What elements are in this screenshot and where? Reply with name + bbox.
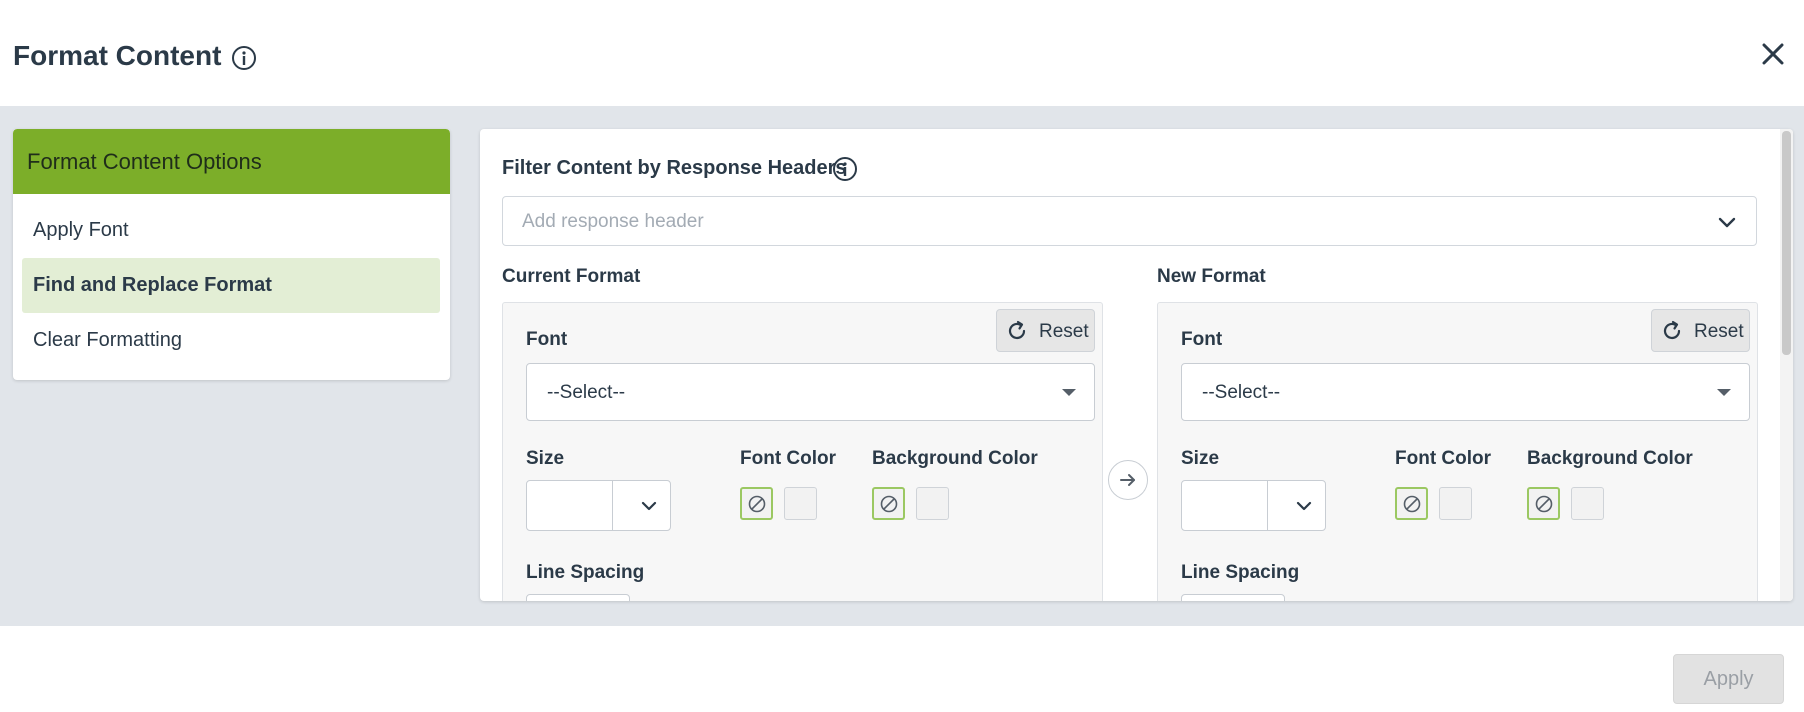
new-size-combobox [1181,480,1326,531]
new-background-color-swatch[interactable] [1571,487,1604,520]
current-size-combobox [526,480,671,531]
reset-label: Reset [1039,321,1089,342]
info-icon[interactable] [832,156,858,182]
new-line-spacing-label: Line Spacing [1181,562,1300,583]
no-color-icon [748,495,766,513]
options-sidebar: Format Content Options Apply Font Find a… [13,129,450,380]
scrollbar-thumb[interactable] [1782,131,1791,355]
chevron-down-icon[interactable] [1294,496,1314,516]
current-font-select[interactable]: --Select-- [526,363,1095,421]
current-background-color-label: Background Color [872,448,1038,469]
reset-label: Reset [1694,321,1744,342]
new-line-spacing-input[interactable] [1181,594,1285,601]
sidebar-item-clear-formatting[interactable]: Clear Formatting [22,313,440,368]
format-main-panel: Filter Content by Response Headers Add r… [480,129,1793,601]
current-font-color-swatch[interactable] [784,487,817,520]
chevron-down-icon[interactable] [639,496,659,516]
current-font-value: --Select-- [547,382,626,403]
new-font-value: --Select-- [1202,382,1281,403]
new-format-title: New Format [1157,266,1266,287]
current-font-label: Font [526,329,568,350]
transfer-format-button[interactable] [1108,460,1148,500]
caret-down-icon [1062,389,1076,396]
no-color-icon [880,495,898,513]
close-icon[interactable] [1757,38,1789,70]
refresh-icon [1663,320,1681,340]
response-header-select[interactable]: Add response header [502,196,1757,246]
new-size-label: Size [1181,448,1220,469]
sidebar-item-apply-font[interactable]: Apply Font [22,203,440,258]
new-background-color-none-swatch[interactable] [1527,487,1560,520]
current-font-color-none-swatch[interactable] [740,487,773,520]
page-title: Format Content [13,40,222,71]
no-color-icon [1535,495,1553,513]
caret-down-icon [1717,389,1731,396]
new-background-color-label: Background Color [1527,448,1693,469]
current-background-color-none-swatch[interactable] [872,487,905,520]
dialog-footer: Apply [0,626,1804,712]
current-font-color-label: Font Color [740,448,837,469]
current-size-input[interactable] [527,481,613,530]
new-font-color-none-swatch[interactable] [1395,487,1428,520]
response-header-placeholder: Add response header [522,211,704,232]
refresh-icon [1008,320,1026,340]
sidebar-item-find-replace-format[interactable]: Find and Replace Format [22,258,440,313]
current-size-label: Size [526,448,565,469]
current-background-color-swatch[interactable] [916,487,949,520]
new-size-input[interactable] [1182,481,1268,530]
current-reset-button[interactable]: Reset [996,309,1095,352]
dialog-header: Format Content [0,0,1804,106]
sidebar-item-label: Apply Font [33,219,129,241]
new-font-color-label: Font Color [1395,448,1492,469]
new-reset-button[interactable]: Reset [1651,309,1750,352]
new-font-select[interactable]: --Select-- [1181,363,1750,421]
sidebar-header: Format Content Options [13,129,450,194]
info-icon[interactable] [231,45,257,71]
current-format-title: Current Format [502,266,641,287]
new-font-label: Font [1181,329,1223,350]
sidebar-item-label: Find and Replace Format [33,274,272,296]
sidebar-item-label: Clear Formatting [33,329,182,351]
current-line-spacing-input[interactable] [526,594,630,601]
dialog-body: Format Content Options Apply Font Find a… [0,106,1804,626]
new-font-color-swatch[interactable] [1439,487,1472,520]
arrow-right-icon [1120,474,1135,486]
current-line-spacing-label: Line Spacing [526,562,645,583]
filter-label: Filter Content by Response Headers [502,157,847,179]
no-color-icon [1403,495,1421,513]
chevron-down-icon[interactable] [1716,211,1738,233]
current-format-panel: Reset Font --Select-- Size Font Color Ba… [502,302,1103,601]
new-format-panel: Reset Font --Select-- Size Font Color Ba… [1157,302,1758,601]
apply-button[interactable]: Apply [1673,654,1784,704]
